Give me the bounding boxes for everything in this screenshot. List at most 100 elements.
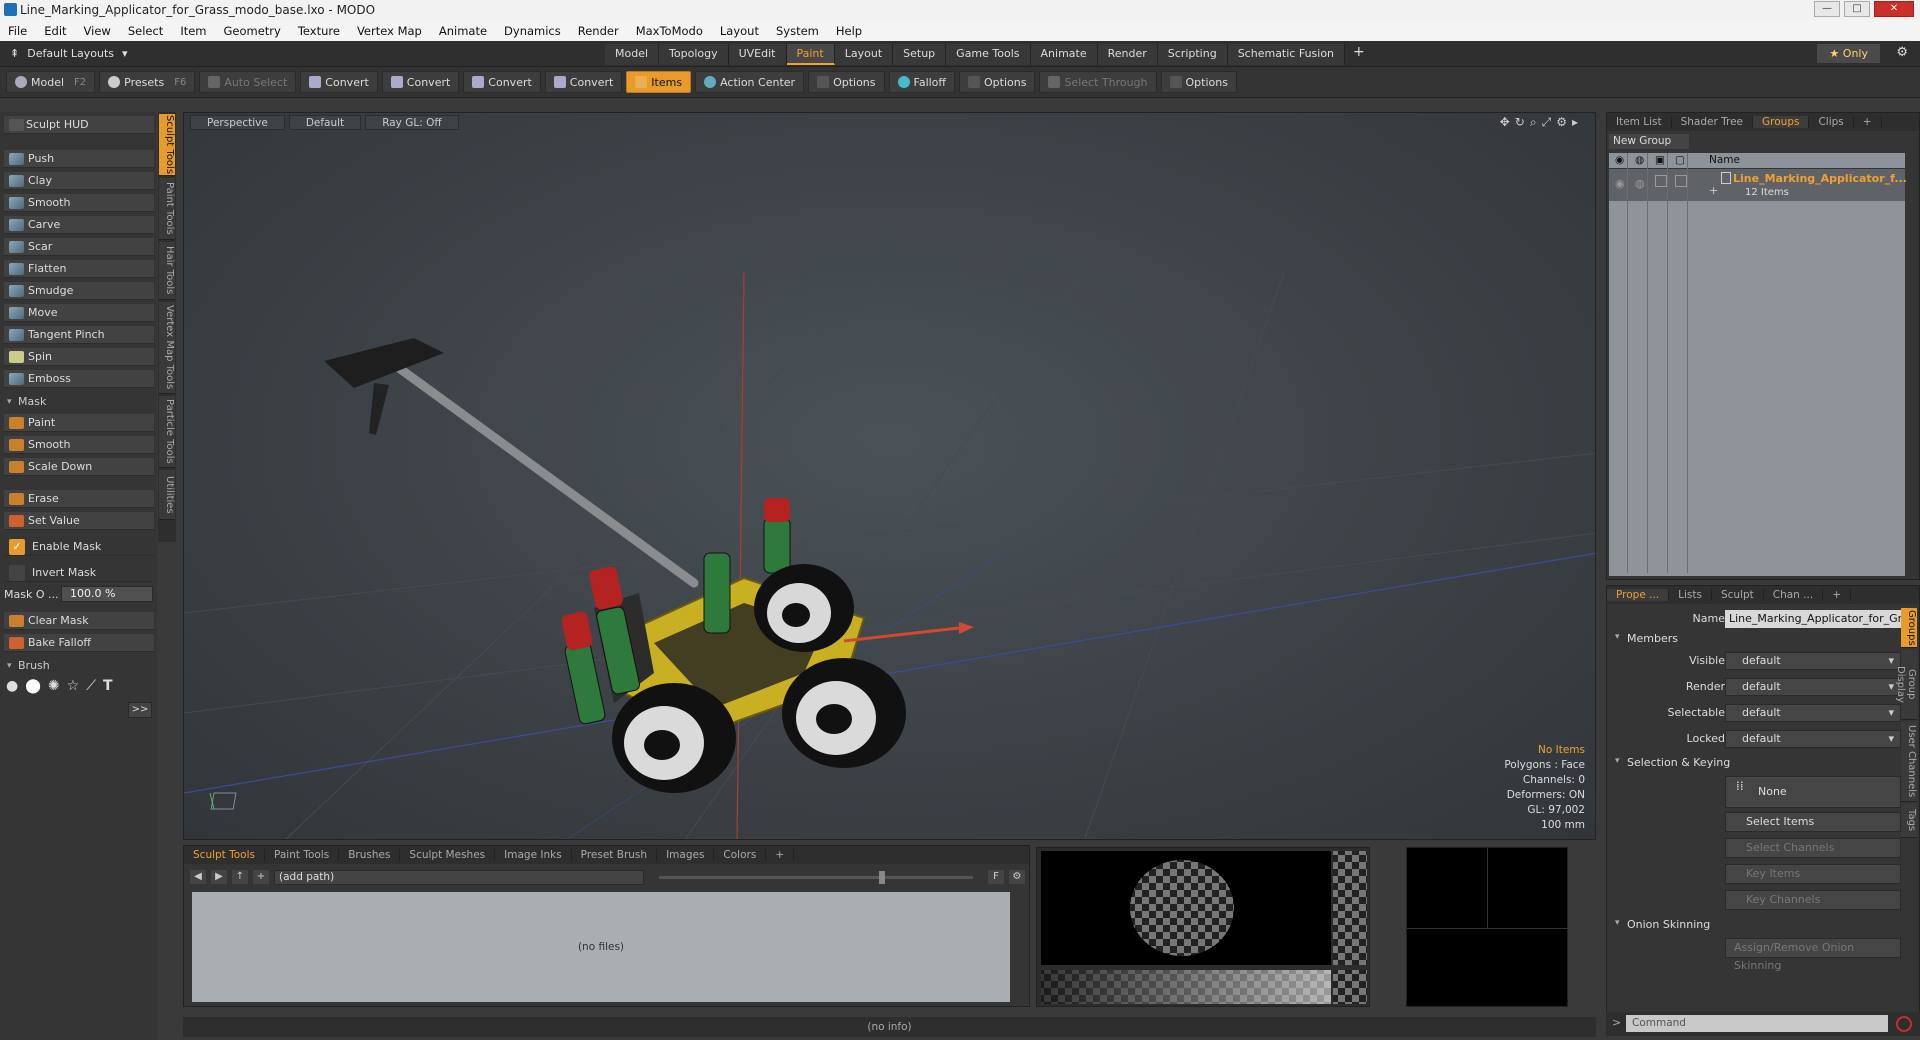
vtab-sculpt-tools[interactable]: Sculpt Tools bbox=[159, 114, 175, 176]
tab-scripting[interactable]: Scripting bbox=[1157, 44, 1228, 65]
locked-dropdown[interactable]: default bbox=[1725, 730, 1901, 748]
browser-gear-icon[interactable]: ⚙ bbox=[1009, 870, 1025, 884]
render-dropdown[interactable]: default bbox=[1725, 678, 1901, 696]
tab-setup[interactable]: Setup bbox=[893, 44, 947, 65]
btab-colors[interactable]: Colors bbox=[714, 849, 767, 861]
tool-clay[interactable]: Clay bbox=[4, 172, 154, 190]
groups-list-area[interactable] bbox=[1609, 201, 1905, 576]
mask-opacity-field[interactable]: 100.0 % bbox=[61, 586, 153, 602]
tab-layout[interactable]: Layout bbox=[834, 44, 894, 65]
rtab-shader-tree[interactable]: Shader Tree bbox=[1672, 116, 1754, 128]
key-channels-button[interactable]: Key Channels bbox=[1725, 890, 1901, 910]
menu-dynamics[interactable]: Dynamics bbox=[504, 24, 561, 38]
3d-viewport[interactable]: Perspective Default Ray GL: Off ✥↻⌕⤢⚙▸ N… bbox=[183, 112, 1596, 840]
tool-spin[interactable]: Spin bbox=[4, 348, 154, 366]
btab-sculpt-tools[interactable]: Sculpt Tools bbox=[184, 849, 265, 861]
tool-carve[interactable]: Carve bbox=[4, 216, 154, 234]
select-channels-button[interactable]: Select Channels bbox=[1725, 838, 1901, 858]
model-mode-button[interactable]: Model F2 bbox=[6, 71, 96, 93]
command-input[interactable]: Command bbox=[1626, 1015, 1888, 1032]
thumbnail-size-slider[interactable] bbox=[659, 870, 973, 884]
items-mode-button[interactable]: Items bbox=[626, 71, 692, 93]
filter-button[interactable]: F bbox=[988, 870, 1004, 884]
presets-button[interactable]: Presets F6 bbox=[99, 71, 196, 93]
rtab-channels[interactable]: Chan ... bbox=[1764, 589, 1824, 601]
tab-model[interactable]: Model bbox=[605, 44, 660, 65]
layout-selector[interactable]: ⇞ Default Layouts ▾ bbox=[10, 47, 128, 60]
invert-mask-checkbox[interactable]: Invert Mask bbox=[4, 564, 154, 582]
group-name-field[interactable]: Line_Marking_Applicator_for_Gras bbox=[1725, 610, 1901, 628]
mask-scale-down[interactable]: Scale Down bbox=[4, 458, 154, 476]
btab-paint-tools[interactable]: Paint Tools bbox=[265, 849, 340, 861]
btab-image-inks[interactable]: Image Inks bbox=[495, 849, 572, 861]
tool-scar[interactable]: Scar bbox=[4, 238, 154, 256]
add-icon[interactable]: + bbox=[253, 870, 269, 884]
rtab-lists[interactable]: Lists bbox=[1669, 589, 1712, 601]
add-prop-tab-button[interactable]: + bbox=[1823, 589, 1852, 601]
rtab-sculpt[interactable]: Sculpt bbox=[1712, 589, 1764, 601]
visible-dropdown[interactable]: default bbox=[1725, 652, 1901, 670]
mask-paint[interactable]: Paint bbox=[4, 414, 154, 432]
onion-skinning-section[interactable]: Onion Skinning bbox=[1615, 918, 1710, 931]
menu-system[interactable]: System bbox=[776, 24, 819, 38]
btab-brushes[interactable]: Brushes bbox=[339, 849, 401, 861]
row-eye-icon[interactable]: ◉ bbox=[1615, 177, 1625, 190]
tool-push[interactable]: Push bbox=[4, 150, 154, 168]
bake-falloff-button[interactable]: Bake Falloff bbox=[4, 634, 154, 652]
vtab-hair-tools[interactable]: Hair Tools bbox=[159, 242, 175, 300]
vtab-vertex-map-tools[interactable]: Vertex Map Tools bbox=[159, 302, 175, 394]
add-tab-button[interactable]: + bbox=[1345, 44, 1373, 65]
none-button[interactable]: ⁞⁞ None bbox=[1725, 776, 1901, 808]
add-bottom-tab-button[interactable]: + bbox=[766, 849, 795, 861]
action-center-options-button[interactable]: Options bbox=[808, 71, 885, 93]
tab-schematic-fusion[interactable]: Schematic Fusion bbox=[1227, 44, 1346, 65]
btab-preset-brush[interactable]: Preset Brush bbox=[572, 849, 658, 861]
hard-brush-icon[interactable]: ⬤ bbox=[25, 678, 41, 698]
tab-animate[interactable]: Animate bbox=[1030, 44, 1098, 65]
brush-section[interactable]: Brush bbox=[4, 658, 154, 674]
splat-brush-icon[interactable]: ✺ bbox=[48, 678, 60, 698]
name-column-header[interactable]: Name bbox=[1709, 154, 1740, 166]
group-row[interactable]: ◉ ◍ + Line_Marking_Applicator_f... 12 It… bbox=[1609, 169, 1907, 201]
menu-file[interactable]: File bbox=[8, 24, 27, 38]
expand-icon[interactable]: + bbox=[1709, 184, 1718, 197]
btab-sculpt-meshes[interactable]: Sculpt Meshes bbox=[400, 849, 496, 861]
menu-item[interactable]: Item bbox=[180, 24, 206, 38]
rtab-properties[interactable]: Prope ... bbox=[1607, 589, 1670, 601]
action-center-button[interactable]: Action Center bbox=[695, 71, 805, 93]
tab-paint[interactable]: Paint bbox=[786, 44, 835, 65]
side-tab-groups[interactable]: Groups bbox=[1901, 608, 1917, 648]
menu-edit[interactable]: Edit bbox=[44, 24, 66, 38]
auto-select-button[interactable]: Auto Select bbox=[199, 71, 297, 93]
rtab-groups[interactable]: Groups bbox=[1753, 116, 1810, 128]
tool-smudge[interactable]: Smudge bbox=[4, 282, 154, 300]
only-toggle[interactable]: ★ Only bbox=[1817, 44, 1880, 63]
render-icon[interactable]: ◍ bbox=[1635, 153, 1644, 168]
tab-render[interactable]: Render bbox=[1097, 44, 1158, 65]
menu-select[interactable]: Select bbox=[128, 24, 163, 38]
sculpt-hud-button[interactable]: Sculpt HUD bbox=[4, 116, 154, 134]
text-brush-icon[interactable]: T bbox=[103, 678, 113, 698]
row-lock-icon[interactable] bbox=[1655, 175, 1667, 187]
side-tab-group-display[interactable]: Group Display bbox=[1895, 650, 1917, 720]
erase-button[interactable]: Erase bbox=[4, 490, 154, 508]
vtab-particle-tools[interactable]: Particle Tools bbox=[159, 396, 175, 468]
menu-layout[interactable]: Layout bbox=[720, 24, 759, 38]
menu-vertex-map[interactable]: Vertex Map bbox=[357, 24, 422, 38]
gear-icon[interactable]: ⚙ bbox=[1896, 45, 1908, 60]
soft-brush-icon[interactable]: ● bbox=[6, 678, 18, 698]
select-through-options-button[interactable]: Options bbox=[1160, 71, 1237, 93]
tool-tangent-pinch[interactable]: Tangent Pinch bbox=[4, 326, 154, 344]
select-items-button[interactable]: Select Items bbox=[1725, 812, 1901, 832]
eye-icon[interactable]: ◉ bbox=[1615, 153, 1624, 168]
add-right-tab-button[interactable]: + bbox=[1854, 116, 1882, 128]
forward-arrow-icon[interactable]: ▶ bbox=[211, 870, 227, 884]
rtab-item-list[interactable]: Item List bbox=[1607, 116, 1672, 128]
tool-emboss[interactable]: Emboss bbox=[4, 370, 154, 388]
row-render-icon[interactable]: ◍ bbox=[1635, 177, 1645, 190]
mask-section[interactable]: Mask bbox=[4, 394, 154, 410]
up-folder-icon[interactable]: ↑ bbox=[232, 870, 248, 884]
convert-polygons-button[interactable]: Convert bbox=[463, 71, 541, 93]
tab-game-tools[interactable]: Game Tools bbox=[946, 44, 1031, 65]
row-select-icon[interactable] bbox=[1675, 175, 1687, 187]
